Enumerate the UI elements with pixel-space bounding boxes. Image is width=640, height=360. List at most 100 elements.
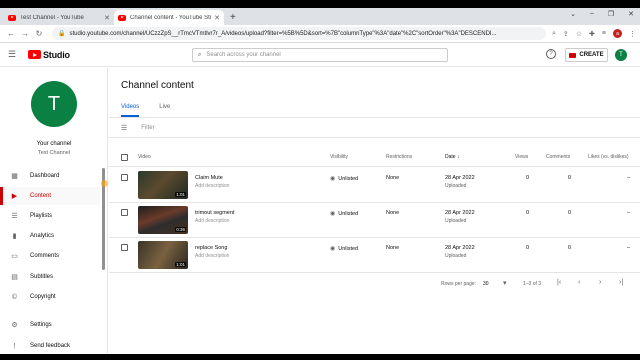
back-icon[interactable]: ←: [4, 29, 18, 38]
dashboard-icon: ▦: [11, 173, 18, 180]
table-row[interactable]: 1:01 Claim Mute Add description ◉ Unliste…: [109, 168, 640, 203]
profile-avatar[interactable]: a: [613, 29, 622, 38]
previous-page-icon[interactable]: ‹: [578, 279, 580, 286]
copyright-icon: ©: [11, 293, 18, 301]
column-visibility[interactable]: Visibility: [330, 154, 348, 160]
visibility-value: Unlisted: [338, 175, 359, 182]
column-comments[interactable]: Comments: [546, 154, 570, 160]
new-tab-icon[interactable]: +: [230, 10, 236, 25]
sidebar-item-dashboard[interactable]: ▦ Dashboard: [0, 167, 100, 185]
row-checkbox[interactable]: [121, 244, 128, 251]
sidebar-item-settings[interactable]: ⚙ Settings: [0, 316, 100, 334]
views-value: 0: [526, 210, 530, 216]
url-field[interactable]: 🔒 studio.youtube.com/channel/UCzzZpS__rT…: [52, 27, 546, 40]
column-restrictions[interactable]: Restrictions: [386, 154, 412, 160]
share-icon[interactable]: ⇪: [563, 30, 569, 38]
search-icon[interactable]: ⌕: [552, 30, 556, 38]
video-description[interactable]: Add description: [195, 253, 229, 259]
chevron-down-icon[interactable]: ⌄: [570, 10, 576, 18]
create-label: CREATE: [579, 52, 604, 58]
video-camera-icon: [569, 52, 577, 58]
rows-per-page-select[interactable]: 30: [483, 281, 489, 287]
media-icon[interactable]: ≡: [602, 30, 606, 37]
sidebar-item-label: Comments: [30, 253, 60, 259]
video-title[interactable]: trimout segment: [195, 210, 234, 216]
date-value: 28 Apr 2022: [445, 210, 475, 216]
sidebar-item-send-feedback[interactable]: ! Send feedback: [0, 337, 100, 354]
select-all-checkbox[interactable]: [121, 154, 128, 161]
sidebar-item-comments[interactable]: ▭ Comments: [0, 247, 100, 265]
search-input[interactable]: ⌕ Search across your channel: [192, 48, 448, 62]
youtube-favicon-icon: [8, 14, 16, 21]
browser-tab-studio[interactable]: Channel content - YouTube Studio ✕: [114, 10, 224, 25]
mouse-cursor-highlight: [101, 180, 108, 187]
visibility-cell[interactable]: ◉ Unlisted: [330, 210, 358, 218]
extensions-icon[interactable]: ✚: [589, 30, 595, 38]
create-button[interactable]: CREATE: [565, 48, 608, 62]
menu-icon[interactable]: ☰: [8, 49, 22, 60]
analytics-icon: ▮: [12, 233, 17, 240]
table-header: Video Visibility Restrictions Date ↓ Vie…: [109, 148, 640, 167]
table-row[interactable]: 0:36 trimout segment Add description ◉ Un…: [109, 203, 640, 238]
next-page-icon[interactable]: ›: [599, 279, 601, 286]
reload-icon[interactable]: ↻: [32, 29, 46, 38]
visibility-cell[interactable]: ◉ Unlisted: [330, 245, 358, 253]
maximize-icon[interactable]: ❐: [608, 10, 614, 18]
tab-videos[interactable]: Videos: [121, 104, 140, 117]
sidebar-item-analytics[interactable]: ▮ Analytics: [0, 227, 100, 245]
tab-live[interactable]: Live: [159, 104, 170, 117]
video-duration: 0:36: [175, 227, 186, 232]
tab-strip: Test Channel - YouTube ✕ Channel content…: [0, 8, 640, 25]
date-value: 28 Apr 2022: [445, 175, 475, 181]
row-checkbox[interactable]: [121, 174, 128, 181]
menu-dots-icon[interactable]: ⋮: [629, 30, 636, 38]
tab-title: Test Channel - YouTube: [20, 14, 84, 21]
video-title[interactable]: replace Song: [195, 245, 227, 251]
last-page-icon[interactable]: ›|: [619, 279, 623, 286]
upload-status: Uploaded: [445, 218, 467, 224]
first-page-icon[interactable]: |‹: [557, 279, 561, 286]
table-row[interactable]: 1:01 replace Song Add description ◉ Unlis…: [109, 238, 640, 273]
close-tab-icon[interactable]: ✕: [104, 14, 110, 22]
sidebar-item-label: Copyright: [30, 294, 56, 300]
forward-icon[interactable]: →: [18, 29, 32, 38]
page-range: 1–3 of 3: [523, 281, 542, 287]
sidebar-item-copyright[interactable]: © Copyright: [0, 288, 100, 306]
filter-bar[interactable]: ☰ Filter: [109, 118, 640, 138]
dropdown-arrow-icon[interactable]: ▾: [503, 279, 507, 287]
row-checkbox[interactable]: [121, 209, 128, 216]
video-description[interactable]: Add description: [195, 218, 229, 224]
column-views[interactable]: Views: [515, 154, 528, 160]
channel-name: Test Channel: [37, 150, 71, 156]
filter-icon[interactable]: ☰: [121, 124, 127, 132]
visibility-cell[interactable]: ◉ Unlisted: [330, 175, 359, 183]
sidebar-item-content[interactable]: ▶ Content: [0, 187, 100, 205]
your-channel-label: Your channel: [36, 141, 72, 147]
rows-per-page-label: Rows per page:: [441, 281, 477, 287]
sidebar-item-playlists[interactable]: ☰ Playlists: [0, 207, 100, 225]
column-likes[interactable]: Likes (vs. dislikes): [588, 154, 629, 160]
browser-tab-youtube[interactable]: Test Channel - YouTube ✕: [4, 10, 114, 25]
sidebar: T Your channel Test Channel ▦ Dashboard …: [0, 68, 108, 354]
youtube-logo-icon: [28, 50, 41, 59]
subtitles-icon: ▤: [11, 274, 18, 281]
close-tab-icon[interactable]: ✕: [214, 14, 220, 22]
sidebar-item-label: Dashboard: [30, 173, 60, 179]
minimize-icon[interactable]: –: [590, 10, 594, 18]
help-icon[interactable]: ?: [546, 49, 556, 59]
video-duration: 1:01: [175, 192, 186, 197]
close-icon[interactable]: ✕: [628, 10, 634, 18]
video-thumbnail[interactable]: 0:36: [138, 206, 188, 234]
channel-avatar[interactable]: T: [31, 81, 77, 127]
column-date[interactable]: Date ↓: [445, 154, 459, 160]
video-description[interactable]: Add description: [195, 183, 229, 189]
video-thumbnail[interactable]: 1:01: [138, 171, 188, 199]
restrictions-value: None: [386, 210, 400, 216]
video-thumbnail[interactable]: 1:01: [138, 241, 188, 269]
sidebar-item-subtitles[interactable]: ▤ Subtitles: [0, 268, 100, 286]
star-icon[interactable]: ☆: [576, 30, 582, 38]
account-avatar[interactable]: T: [615, 49, 627, 61]
studio-logo[interactable]: Studio: [28, 50, 70, 60]
video-title[interactable]: Claim Mute: [195, 175, 223, 181]
search-icon: ⌕: [198, 51, 202, 58]
